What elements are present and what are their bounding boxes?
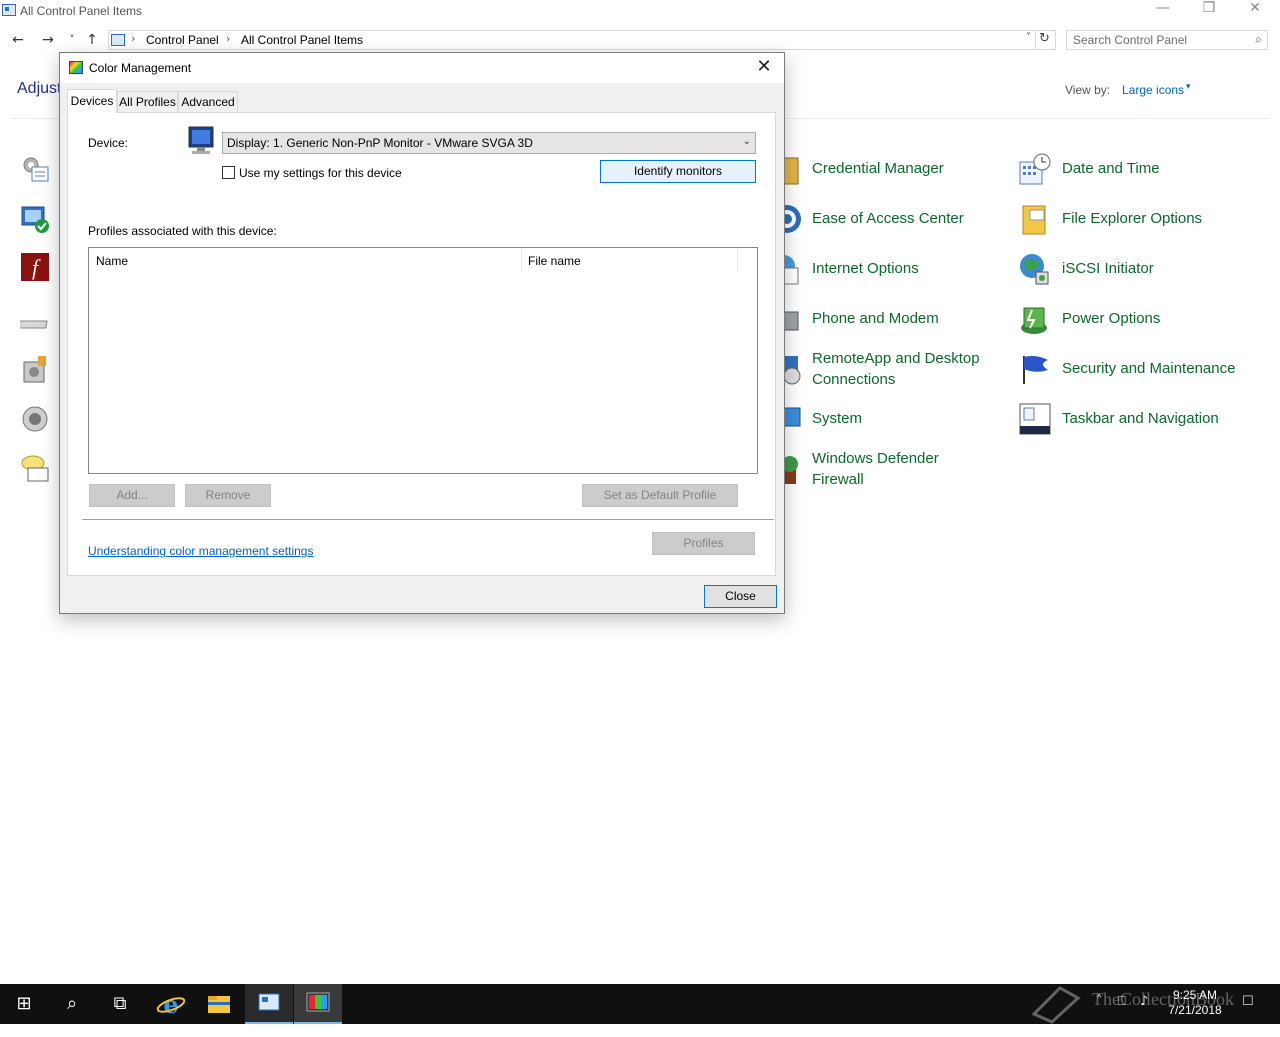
item-internet-options[interactable]: Internet Options bbox=[812, 258, 919, 279]
backup-restore-icon[interactable] bbox=[20, 204, 50, 234]
breadcrumb-separator: › bbox=[131, 32, 136, 45]
tab-advanced[interactable]: Advanced bbox=[178, 91, 238, 113]
device-select-value: Display: 1. Generic Non-PnP Monitor - VM… bbox=[227, 136, 533, 150]
control-panel-taskbar-button[interactable] bbox=[245, 984, 293, 1024]
search-icon[interactable]: ⌕ bbox=[48, 984, 96, 1024]
dialog-title: Color Management bbox=[89, 61, 192, 75]
device-label: Device: bbox=[88, 136, 129, 150]
power-options-icon[interactable] bbox=[1018, 302, 1052, 336]
item-phone-modem[interactable]: Phone and Modem bbox=[812, 308, 939, 329]
color-management-icon bbox=[69, 61, 83, 74]
checkbox-box[interactable] bbox=[222, 166, 235, 179]
taskbar-navigation-icon[interactable] bbox=[1018, 402, 1052, 436]
minimize-button[interactable]: — bbox=[1140, 0, 1186, 24]
item-iscsi-initiator[interactable]: iSCSI Initiator bbox=[1062, 258, 1154, 279]
color-management-taskbar-button[interactable] bbox=[294, 984, 342, 1024]
breadcrumb-separator: › bbox=[226, 32, 231, 45]
search-input[interactable] bbox=[1073, 33, 1243, 47]
set-default-profile-button[interactable]: Set as Default Profile bbox=[582, 484, 738, 507]
control-panel-icon bbox=[2, 4, 16, 16]
breadcrumb-all-items[interactable]: All Control Panel Items bbox=[241, 33, 363, 47]
device-select[interactable]: Display: 1. Generic Non-PnP Monitor - VM… bbox=[222, 132, 756, 154]
item-credential-manager[interactable]: Credential Manager bbox=[812, 158, 944, 179]
show-hidden-icons-icon[interactable]: ˄ bbox=[1096, 994, 1103, 1009]
up-icon[interactable]: ↑ bbox=[82, 30, 102, 50]
window-title: All Control Panel Items bbox=[20, 4, 143, 18]
view-by-label: View by: bbox=[1065, 83, 1111, 97]
profiles-button[interactable]: Profiles bbox=[652, 532, 755, 555]
window-titlebar: All Control Panel Items — ❐ ✕ bbox=[0, 0, 1280, 24]
address-dropdown-icon[interactable]: ˅ bbox=[1026, 32, 1031, 43]
file-explorer-options-icon[interactable] bbox=[1018, 202, 1052, 236]
refresh-icon[interactable]: ↻ bbox=[1035, 31, 1053, 49]
control-panel-location-icon bbox=[111, 34, 125, 46]
item-windows-defender-firewall[interactable]: Windows Defender Firewall bbox=[812, 448, 972, 490]
forward-icon[interactable]: → bbox=[38, 30, 58, 50]
add-button[interactable]: Add... bbox=[89, 484, 175, 507]
understanding-color-management-link[interactable]: Understanding color management settings bbox=[88, 544, 313, 558]
item-remoteapp[interactable]: RemoteApp and Desktop Connections bbox=[812, 348, 997, 390]
taskbar: ⊞ ⌕ ⧉ e TheCollectionBook ˄ ⎕ ♪ 9:25 AM … bbox=[0, 984, 1280, 1024]
item-file-explorer-options[interactable]: File Explorer Options bbox=[1062, 208, 1202, 229]
color-management-dialog: Color Management ✕ Devices All Profiles … bbox=[59, 52, 785, 614]
view-by-caret-icon[interactable]: ▾ bbox=[1186, 82, 1191, 92]
volume-icon[interactable]: ♪ bbox=[1140, 994, 1148, 1009]
dialog-close-icon[interactable]: ✕ bbox=[752, 56, 776, 78]
view-by-dropdown[interactable]: Large icons bbox=[1122, 83, 1184, 97]
remove-button[interactable]: Remove bbox=[185, 484, 271, 507]
address-bar: ← → ˅ ↑ › Control Panel › All Control Pa… bbox=[0, 28, 1280, 52]
recent-locations-icon[interactable]: ˅ bbox=[62, 30, 82, 50]
close-button[interactable]: Close bbox=[704, 585, 777, 608]
clock-time: 9:25 AM bbox=[1172, 988, 1218, 1002]
flash-player-icon[interactable]: f bbox=[20, 252, 50, 282]
security-maintenance-icon[interactable] bbox=[1018, 352, 1052, 386]
back-icon[interactable]: ← bbox=[8, 30, 28, 50]
speech-icon[interactable] bbox=[20, 452, 50, 482]
item-date-time[interactable]: Date and Time bbox=[1062, 158, 1160, 179]
keyboard-icon[interactable] bbox=[20, 310, 50, 340]
column-divider[interactable] bbox=[737, 248, 738, 272]
book-logo-icon bbox=[1031, 986, 1081, 1024]
dialog-titlebar: Color Management ✕ bbox=[60, 53, 784, 83]
sound-icon[interactable] bbox=[20, 404, 50, 434]
chevron-down-icon[interactable]: ⌄ bbox=[743, 136, 751, 147]
item-security-maintenance[interactable]: Security and Maintenance bbox=[1062, 358, 1235, 379]
file-explorer-icon[interactable] bbox=[195, 992, 243, 1016]
column-divider[interactable] bbox=[521, 248, 522, 272]
clock-date: 7/21/2018 bbox=[1168, 1003, 1222, 1017]
notifications-icon[interactable]: ☐ bbox=[1242, 994, 1254, 1009]
item-ease-of-access[interactable]: Ease of Access Center bbox=[812, 208, 964, 229]
admin-tools-icon[interactable] bbox=[20, 154, 50, 184]
column-header-name[interactable]: Name bbox=[96, 254, 128, 268]
address-box[interactable]: › Control Panel › All Control Panel Item… bbox=[108, 30, 1056, 50]
start-icon[interactable]: ⊞ bbox=[0, 984, 48, 1024]
date-time-icon[interactable] bbox=[1018, 152, 1052, 186]
window-close-button[interactable]: ✕ bbox=[1232, 0, 1278, 24]
color-management-icon bbox=[306, 992, 330, 1012]
dialog-divider bbox=[82, 519, 774, 520]
use-my-settings-label: Use my settings for this device bbox=[239, 166, 402, 180]
item-taskbar-navigation[interactable]: Taskbar and Navigation bbox=[1062, 408, 1219, 429]
task-view-icon[interactable]: ⧉ bbox=[96, 984, 144, 1024]
item-system[interactable]: System bbox=[812, 408, 862, 429]
tab-devices[interactable]: Devices bbox=[67, 89, 117, 113]
search-icon[interactable]: ⌕ bbox=[1255, 32, 1262, 47]
profiles-list[interactable]: Name File name bbox=[88, 247, 758, 474]
iscsi-initiator-icon[interactable] bbox=[1018, 252, 1052, 286]
clock[interactable]: 9:25 AM 7/21/2018 bbox=[1150, 988, 1240, 1018]
tab-all-profiles[interactable]: All Profiles bbox=[117, 91, 178, 113]
identify-monitors-button[interactable]: Identify monitors bbox=[600, 160, 756, 183]
control-panel-icon bbox=[258, 993, 280, 1011]
column-header-file-name[interactable]: File name bbox=[528, 254, 581, 268]
breadcrumb-control-panel[interactable]: Control Panel bbox=[146, 33, 219, 47]
item-power-options[interactable]: Power Options bbox=[1062, 308, 1160, 329]
page-heading: Adjust bbox=[17, 80, 62, 97]
programs-icon[interactable] bbox=[20, 354, 50, 384]
monitor-icon bbox=[188, 126, 214, 154]
profiles-associated-label: Profiles associated with this device: bbox=[88, 224, 277, 238]
restore-button[interactable]: ❐ bbox=[1186, 0, 1232, 24]
search-box[interactable]: ⌕ bbox=[1066, 30, 1268, 50]
network-icon[interactable]: ⎕ bbox=[1118, 994, 1126, 1009]
internet-explorer-icon[interactable]: e bbox=[147, 992, 195, 1016]
